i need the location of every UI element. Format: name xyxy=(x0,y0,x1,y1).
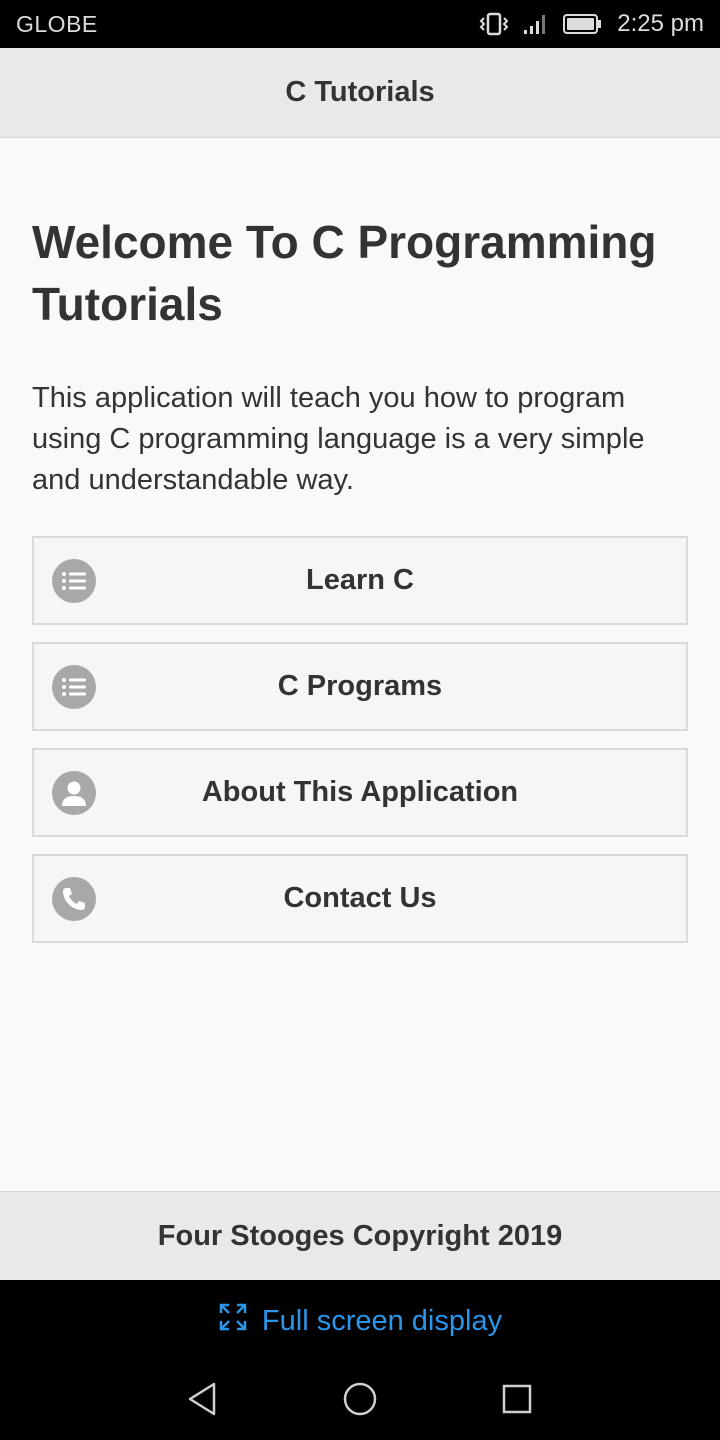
page-title: C Tutorials xyxy=(285,76,435,108)
home-icon xyxy=(342,1381,378,1422)
learn-c-button[interactable]: Learn C xyxy=(32,536,688,625)
c-programs-button[interactable]: C Programs xyxy=(32,642,688,731)
system-nav-bar xyxy=(0,1362,720,1440)
status-icons: 2:25 pm xyxy=(479,10,704,38)
app-footer: Four Stooges Copyright 2019 xyxy=(0,1191,720,1280)
fullscreen-label: Full screen display xyxy=(261,1304,503,1337)
learn-c-label: Learn C xyxy=(306,564,414,596)
app-screen: C Tutorials Welcome To C Programming Tut… xyxy=(0,48,720,1280)
status-time: 2:25 pm xyxy=(617,10,704,37)
welcome-heading: Welcome To C Programming Tutorials xyxy=(32,216,657,330)
fullscreen-display-button[interactable]: Full screen display xyxy=(0,1280,720,1362)
list-icon xyxy=(52,558,96,603)
list-icon xyxy=(52,664,96,709)
user-icon xyxy=(52,770,96,815)
home-button[interactable] xyxy=(330,1371,390,1431)
intro-text: This application will teach you how to p… xyxy=(32,382,645,496)
main-menu: Learn C C Programs About This Applicatio… xyxy=(32,536,688,943)
contact-us-label: Contact Us xyxy=(283,882,437,914)
contact-us-button[interactable]: Contact Us xyxy=(32,854,688,943)
carrier-name: GLOBE xyxy=(16,10,98,37)
back-icon xyxy=(186,1381,220,1422)
main-content: Welcome To C Programming Tutorials This … xyxy=(0,211,720,943)
vibrate-icon xyxy=(479,11,509,37)
recents-button[interactable] xyxy=(487,1371,547,1431)
status-bar: GLOBE 2:25 pm xyxy=(0,0,720,48)
c-programs-label: C Programs xyxy=(277,670,443,702)
signal-icon xyxy=(523,12,549,36)
about-app-label: About This Application xyxy=(201,776,519,808)
copyright-text: Four Stooges Copyright 2019 xyxy=(157,1219,563,1252)
battery-icon xyxy=(563,13,603,35)
about-app-button[interactable]: About This Application xyxy=(32,748,688,837)
recents-icon xyxy=(501,1383,533,1420)
app-header: C Tutorials xyxy=(0,48,720,138)
phone-icon xyxy=(52,876,96,921)
expand-icon xyxy=(218,1302,248,1340)
back-button[interactable] xyxy=(173,1371,233,1431)
